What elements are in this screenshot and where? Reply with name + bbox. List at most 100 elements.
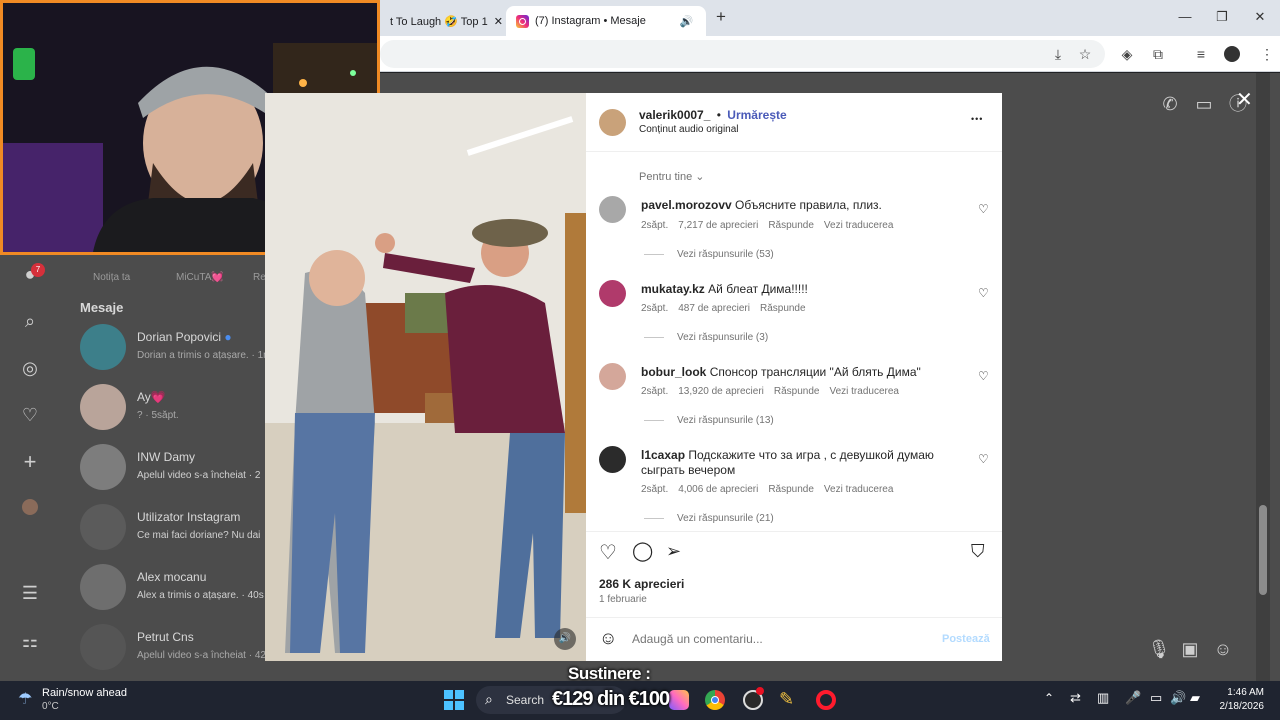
minimize-button[interactable]: — (1170, 6, 1200, 28)
volume-icon[interactable]: 🔊 (1170, 690, 1186, 706)
image-icon[interactable]: ▣ (1177, 636, 1203, 662)
clock-date[interactable]: 2/18/2026 (1212, 701, 1265, 712)
extension-icon[interactable]: ◈ (1116, 43, 1138, 65)
reply-button[interactable]: Răspunde (768, 484, 814, 495)
conversation-item[interactable]: Ay💗 ? · 5săpt. (80, 380, 270, 436)
commenter-username[interactable]: pavel.morozovv (641, 198, 732, 212)
view-replies-button[interactable]: Vezi răspunsurile (13) (644, 415, 774, 426)
create-icon[interactable]: + (17, 449, 43, 475)
comment-sort-dropdown[interactable]: Pentru tine ⌄ (639, 170, 704, 183)
menu-kebab-icon[interactable]: ⋮ (1256, 43, 1278, 65)
commenter-avatar[interactable] (599, 196, 626, 223)
commenter-avatar[interactable] (599, 280, 626, 307)
emoji-icon[interactable]: ☺ (599, 628, 617, 649)
tab-instagram[interactable]: (7) Instagram • Mesaje 🔊 ✕ (506, 6, 706, 36)
mute-toggle-icon[interactable]: 🔊 (554, 628, 576, 650)
page-scrollbar[interactable] (1256, 73, 1270, 681)
microphone-icon[interactable]: 🎙 (1146, 636, 1172, 662)
profile-icon[interactable] (17, 496, 43, 522)
media-control-icon[interactable]: ≡ (1190, 43, 1212, 65)
view-replies-button[interactable]: Vezi răspunsurile (3) (644, 332, 768, 343)
commenter-username[interactable]: mukatay.kz (641, 282, 705, 296)
weather-icon[interactable]: ☂ (18, 689, 32, 709)
conversation-item[interactable]: INW Damy Apelul video s-a încheiat · 2 (80, 440, 270, 496)
weather-title[interactable]: Rain/snow ahead (42, 687, 127, 699)
heart-icon[interactable]: ♡ (17, 402, 43, 428)
bookmark-star-icon[interactable]: ☆ (1074, 43, 1096, 65)
scrollbar-thumb[interactable] (1259, 505, 1267, 595)
opera-icon[interactable] (816, 690, 836, 710)
chevron-up-icon[interactable]: ⌃ (1044, 691, 1054, 705)
speaker-icon[interactable]: 🔊 (680, 15, 694, 28)
reply-button[interactable]: Răspunde (774, 386, 820, 397)
new-tab-button[interactable]: + (706, 6, 736, 28)
copilot-icon[interactable] (669, 690, 689, 710)
profile-avatar[interactable] (1221, 43, 1243, 65)
comment-like-heart-icon[interactable]: ♡ (978, 369, 989, 383)
search-icon[interactable]: ⌕ (17, 308, 43, 334)
battery-icon[interactable]: ▰ (1190, 690, 1200, 706)
translate-button[interactable]: Vezi traducerea (829, 386, 899, 397)
comment-like-heart-icon[interactable]: ♡ (978, 286, 989, 300)
commenter-username[interactable]: l1caxap (641, 448, 685, 462)
chrome-icon[interactable] (705, 690, 725, 710)
close-window-button[interactable]: ✕ (1245, 6, 1275, 28)
conversation-item[interactable]: Alex mocanu Alex a trimis o ațașare. · 4… (80, 560, 270, 616)
more-options-icon[interactable]: ••• (971, 114, 983, 124)
url-field[interactable] (380, 40, 1105, 68)
install-app-icon[interactable]: ⤓ (1047, 43, 1069, 65)
search-icon: ⌕ (485, 691, 493, 707)
conversation-item[interactable]: Petrut Cns Apelul video s-a încheiat · 4… (80, 620, 271, 676)
explore-icon[interactable]: ◎ (17, 355, 43, 381)
share-send-icon[interactable]: ➢ (666, 541, 681, 562)
audio-meter-icon[interactable]: ▥ (1097, 690, 1109, 706)
notification-badge: 7 (31, 263, 45, 277)
like-heart-icon[interactable]: ♡ (599, 540, 617, 565)
maximize-button[interactable]: ❐ (1207, 6, 1237, 28)
close-modal-icon[interactable]: ✕ (1236, 87, 1253, 112)
video-call-icon[interactable]: ▭ (1191, 91, 1217, 117)
audio-label[interactable]: Conținut audio original (639, 124, 739, 135)
reply-button[interactable]: Răspunde (760, 303, 806, 314)
app-pen-icon[interactable]: ✎ (779, 689, 794, 710)
conversation-item[interactable]: Utilizator Instagram Ce mai faci doriane… (80, 500, 270, 556)
network-tools-icon[interactable]: ⇄ (1070, 690, 1081, 706)
author-avatar[interactable] (599, 109, 626, 136)
post-comment-button[interactable]: Postează (942, 633, 990, 645)
comment-input[interactable] (632, 630, 912, 648)
comment-bubble-icon[interactable]: ◯ (632, 540, 653, 563)
clock-time[interactable]: 1:46 AM (1218, 687, 1264, 698)
likes-count[interactable]: 286 K aprecieri (599, 577, 684, 591)
tab-label: t To Laugh 🤣 Top 1 (390, 15, 488, 28)
commenter-avatar[interactable] (599, 446, 626, 473)
commenter-username[interactable]: bobur_look (641, 365, 706, 379)
follow-button[interactable]: Urmărește (727, 108, 786, 122)
comment-like-heart-icon[interactable]: ♡ (978, 452, 989, 466)
commenter-avatar[interactable] (599, 363, 626, 390)
view-replies-button[interactable]: Vezi răspunsurile (53) (644, 249, 774, 260)
conversation-name: Petrut Cns (137, 630, 194, 644)
display-icon[interactable]: ▭ (1150, 690, 1162, 706)
phone-icon[interactable]: ✆ (1157, 91, 1183, 117)
conversation-item[interactable]: Dorian Popovici ● Dorian a trimis o ațaș… (80, 320, 272, 376)
header-separator: • (716, 108, 721, 122)
author-username[interactable]: valerik0007_ (639, 108, 710, 122)
reel-video[interactable]: 🔊 (265, 93, 586, 661)
close-tab-icon[interactable]: ✕ (494, 15, 503, 28)
weather-temp: 0°C (42, 701, 59, 712)
apps-icon[interactable]: ⚏ (17, 628, 43, 654)
view-replies-button[interactable]: Vezi răspunsurile (21) (644, 513, 774, 524)
translate-button[interactable]: Vezi traducerea (824, 220, 894, 231)
puzzle-icon[interactable]: ⧉ (1147, 43, 1169, 65)
microphone-icon[interactable]: 🎤 (1125, 690, 1141, 706)
post-details-panel: valerik0007_ • Urmărește Conținut audio … (586, 93, 1002, 661)
conversation-name: Alex mocanu (137, 570, 207, 584)
tab-video[interactable]: t To Laugh 🤣 Top 1 ✕ (380, 6, 504, 36)
menu-icon[interactable]: ☰ (17, 580, 43, 606)
translate-button[interactable]: Vezi traducerea (824, 484, 894, 495)
sticker-icon[interactable]: ☺ (1210, 636, 1236, 662)
comment-like-heart-icon[interactable]: ♡ (978, 202, 989, 216)
windows-start-icon[interactable] (444, 690, 464, 710)
save-bookmark-icon[interactable]: ⛉ (971, 541, 985, 562)
reply-button[interactable]: Răspunde (768, 220, 814, 231)
